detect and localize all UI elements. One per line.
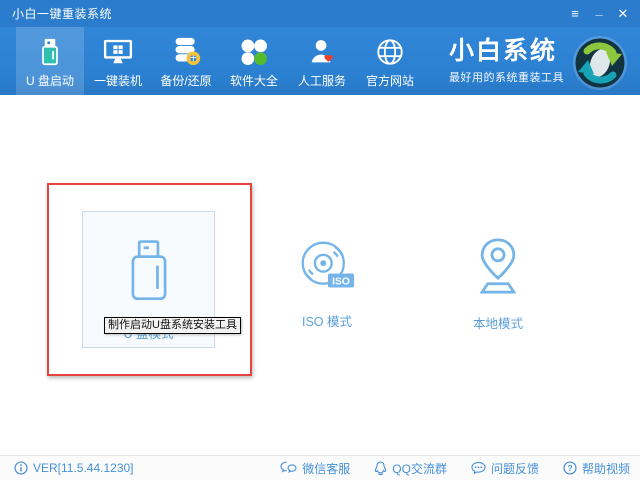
- window-title: 小白一键重装系统: [12, 5, 112, 22]
- mode-local[interactable]: 本地模式: [438, 236, 558, 332]
- iso-disc-icon: ISO: [298, 238, 356, 299]
- qq-icon: [374, 461, 387, 476]
- nav-item-usb-boot[interactable]: U 盘启动: [16, 27, 84, 95]
- close-icon[interactable]: ✕: [612, 4, 634, 24]
- mode-iso-label: ISO 模式: [302, 311, 352, 330]
- status-bar: VER[11.5.44.1230] 微信客服 QQ交流群: [0, 455, 640, 480]
- help-icon: ?: [563, 461, 577, 475]
- mode-iso[interactable]: ISO ISO 模式: [267, 238, 387, 330]
- wechat-support-link[interactable]: 微信客服: [280, 460, 350, 477]
- website-globe-icon: [375, 33, 405, 67]
- main-content: U 盘模式 制作启动U盘系统安装工具 ISO: [0, 95, 640, 455]
- brand-text: 小白系统 最好用的系统重装工具: [449, 37, 564, 85]
- nav-label: 备份/还原: [160, 72, 211, 89]
- footer-link-label: QQ交流群: [392, 460, 447, 477]
- nav-item-customer-service[interactable]: 人工服务: [288, 27, 356, 95]
- backup-restore-icon: [171, 33, 202, 67]
- nav-item-official-website[interactable]: 官方网站: [356, 27, 424, 95]
- recycle-arrows-logo: [572, 35, 628, 91]
- feedback-link[interactable]: 问题反馈: [471, 460, 539, 477]
- title-bar: 小白一键重装系统 ≡ _ ✕: [0, 0, 640, 27]
- nav-label: 软件大全: [230, 72, 278, 89]
- nav-item-one-click-install[interactable]: 一键装机: [84, 27, 152, 95]
- footer-link-label: 微信客服: [302, 460, 350, 477]
- feedback-bubble-icon: [471, 461, 486, 475]
- window-controls: ≡ _ ✕: [562, 4, 634, 24]
- app-window: 小白一键重装系统 ≡ _ ✕ U 盘启动: [0, 0, 640, 480]
- brand-area: 小白系统 最好用的系统重装工具: [449, 27, 640, 95]
- nav-label: 官方网站: [366, 72, 414, 89]
- customer-service-icon: [307, 33, 337, 67]
- help-video-link[interactable]: ? 帮助视频: [563, 460, 630, 477]
- nav-label: 人工服务: [298, 72, 346, 89]
- menu-icon[interactable]: ≡: [564, 4, 586, 24]
- wechat-icon: [280, 461, 297, 475]
- brand-tagline: 最好用的系统重装工具: [449, 69, 564, 85]
- mode-local-label: 本地模式: [473, 313, 523, 332]
- usb-drive-icon: [36, 33, 64, 67]
- brand-name: 小白系统: [449, 37, 564, 66]
- nav-bar: U 盘启动 一键装机: [0, 27, 640, 95]
- footer-link-label: 问题反馈: [491, 460, 539, 477]
- svg-text:?: ?: [567, 463, 572, 473]
- nav-item-backup-restore[interactable]: 备份/还原: [152, 27, 220, 95]
- info-icon: [14, 461, 28, 475]
- minimize-icon[interactable]: _: [588, 4, 610, 24]
- nav-item-software-collection[interactable]: 软件大全: [220, 27, 288, 95]
- footer-links: 微信客服 QQ交流群 问题反馈: [280, 460, 630, 477]
- monitor-icon: [102, 33, 134, 67]
- local-pin-icon: [470, 236, 526, 301]
- usb-mode-icon: [124, 238, 174, 309]
- footer-link-label: 帮助视频: [582, 460, 630, 477]
- usb-mode-tooltip: 制作启动U盘系统安装工具: [104, 317, 241, 334]
- nav-label: U 盘启动: [26, 72, 74, 89]
- version-info[interactable]: VER[11.5.44.1230]: [14, 461, 134, 475]
- software-clover-icon: [239, 33, 269, 67]
- iso-badge-text: ISO: [332, 277, 350, 288]
- version-text: VER[11.5.44.1230]: [33, 461, 134, 475]
- qq-group-link[interactable]: QQ交流群: [374, 460, 447, 477]
- nav-label: 一键装机: [94, 72, 142, 89]
